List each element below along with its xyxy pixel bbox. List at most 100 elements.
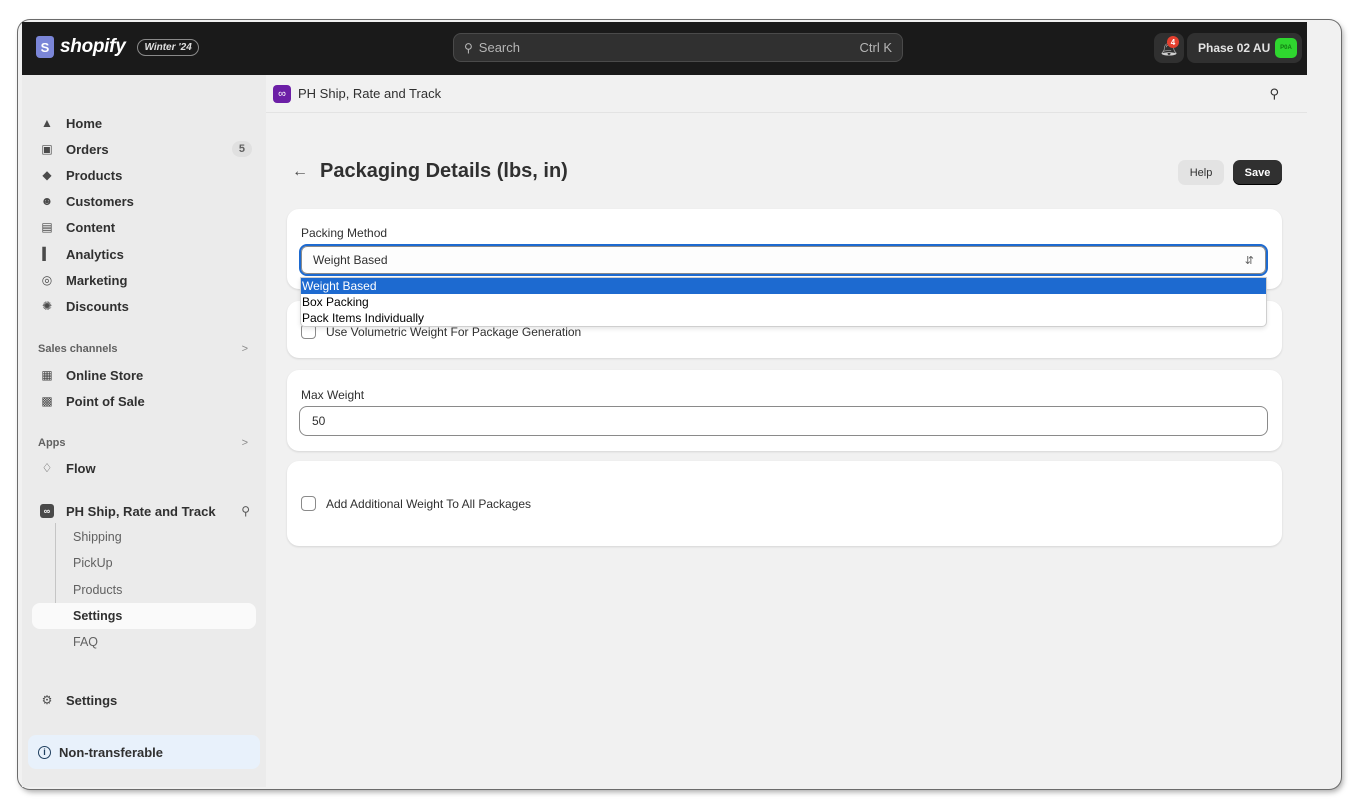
edition-badge: Winter '24 (137, 38, 199, 56)
sidebar-item-label: Products (66, 167, 123, 183)
additional-weight-checkbox-row[interactable]: Add Additional Weight To All Packages (301, 496, 531, 511)
sidebar-item-content[interactable]: ▤ Content (32, 214, 256, 240)
packing-method-value: Weight Based (313, 253, 388, 267)
packing-method-dropdown: Weight Based Box Packing Pack Items Indi… (300, 277, 1267, 327)
sidebar: ▲ Home ▣ Orders 5 ◆ Products ☻ Customers… (22, 75, 266, 787)
subitem-label: Shipping (73, 530, 122, 544)
sidebar-item-label: Point of Sale (66, 393, 145, 409)
target-icon: ◎ (41, 273, 53, 287)
additional-weight-label: Add Additional Weight To All Packages (326, 496, 532, 511)
sidebar-subitem-settings[interactable]: Settings (32, 603, 256, 629)
app-title-bar: ∞ PH Ship, Rate and Track ⚲ (266, 75, 1307, 113)
flow-icon: ♢ (41, 461, 53, 475)
chevron-right-icon: > (241, 437, 248, 449)
sidebar-item-label: Analytics (66, 246, 124, 262)
sidebar-item-settings[interactable]: ⚙ Settings (32, 687, 256, 713)
select-arrows-icon: ⇵ (1244, 254, 1254, 267)
sidebar-item-online-store[interactable]: ▦ Online Store (32, 362, 256, 388)
max-weight-input[interactable]: 50 (299, 406, 1268, 436)
packing-method-label: Packing Method (301, 226, 388, 240)
subitem-label: Settings (73, 609, 123, 623)
additional-weight-checkbox[interactable] (301, 496, 316, 511)
orders-count-badge: 5 (231, 141, 252, 157)
page-title: Packaging Details (lbs, in) (320, 160, 568, 182)
sidebar-item-label: Home (66, 115, 103, 131)
sidebar-item-customers[interactable]: ☻ Customers (32, 188, 256, 214)
sidebar-subitem-shipping[interactable]: Shipping (32, 524, 256, 550)
section-label: Apps (38, 437, 66, 449)
additional-weight-card: Add Additional Weight To All Packages (287, 461, 1282, 546)
sidebar-item-discounts[interactable]: ✺ Discounts (32, 293, 256, 319)
option-pack-items-individually[interactable]: Pack Items Individually (301, 310, 1266, 326)
back-arrow-icon[interactable]: ← (292, 163, 308, 181)
tag-icon: ◆ (42, 168, 52, 182)
app-title: PH Ship, Rate and Track (298, 86, 442, 101)
sidebar-item-label: Discounts (66, 298, 129, 314)
ph-ship-app-icon: ∞ (40, 504, 54, 518)
content-icon: ▤ (41, 220, 53, 234)
store-menu-button[interactable]: Phase 02 AU P0A (1187, 33, 1302, 63)
home-icon: ▲ (41, 116, 53, 130)
non-transferable-banner[interactable]: i Non-transferable (28, 735, 260, 769)
gear-icon: ⚙ (41, 693, 53, 707)
notifications-button[interactable]: 🔔︎ 4 (1154, 33, 1184, 63)
chevron-right-icon: > (241, 343, 248, 355)
pin-icon[interactable]: ⚲ (1269, 86, 1279, 102)
store-avatar: P0A (1275, 38, 1297, 58)
sidebar-item-label: PH Ship, Rate and Track (66, 503, 216, 519)
discount-icon: ✺ (41, 299, 53, 313)
ph-ship-logo-icon: ∞ (273, 84, 291, 103)
sidebar-item-home[interactable]: ▲ Home (32, 110, 256, 136)
sales-channels-header[interactable]: Sales channels > (38, 343, 248, 355)
sidebar-subitem-faq[interactable]: FAQ (32, 629, 256, 655)
brand-name: shopify (60, 36, 126, 57)
max-weight-value: 50 (312, 414, 326, 428)
subitem-label: FAQ (73, 635, 99, 649)
pos-icon: ▩ (41, 394, 53, 408)
sidebar-item-label: Orders (66, 141, 109, 157)
info-icon: i (38, 745, 51, 759)
store-name: Phase 02 AU (1198, 41, 1271, 55)
shopify-logo[interactable]: S shopify Winter '24 (36, 36, 199, 58)
option-weight-based[interactable]: Weight Based (301, 278, 1266, 294)
shopify-bag-icon: S (36, 36, 54, 58)
sidebar-item-orders[interactable]: ▣ Orders 5 (32, 136, 256, 162)
max-weight-card: Max Weight 50 (287, 370, 1282, 451)
help-button[interactable]: Help (1178, 160, 1224, 185)
option-box-packing[interactable]: Box Packing (301, 294, 1266, 310)
subitem-label: PickUp (73, 556, 113, 570)
sidebar-subitem-pickup[interactable]: PickUp (32, 550, 256, 576)
save-button[interactable]: Save (1233, 160, 1282, 185)
sidebar-item-analytics[interactable]: ▍ Analytics (32, 241, 256, 267)
search-shortcut: Ctrl K (859, 40, 893, 55)
sidebar-item-label: Online Store (66, 367, 144, 383)
inbox-icon: ▣ (41, 142, 53, 156)
sidebar-item-products[interactable]: ◆ Products (32, 162, 256, 188)
apps-header[interactable]: Apps > (38, 437, 248, 449)
sidebar-item-label: Settings (66, 692, 118, 708)
pin-icon[interactable]: ⚲ (241, 504, 250, 518)
sidebar-item-label: Flow (66, 460, 96, 476)
sidebar-item-label: Marketing (66, 272, 128, 288)
search-icon: ⚲ (464, 40, 473, 55)
sidebar-item-marketing[interactable]: ◎ Marketing (32, 267, 256, 293)
person-icon: ☻ (40, 194, 54, 208)
sidebar-item-flow[interactable]: ♢ Flow (32, 455, 256, 481)
page-header: ← Packaging Details (lbs, in) (292, 160, 568, 183)
subitem-label: Products (73, 583, 123, 597)
search-input[interactable]: ⚲ Search Ctrl K (453, 33, 903, 62)
packing-method-select[interactable]: Weight Based ⇵ (299, 244, 1268, 276)
max-weight-label: Max Weight (301, 388, 365, 402)
sidebar-item-label: Content (66, 219, 116, 235)
section-label: Sales channels (38, 343, 118, 355)
store-icon: ▦ (41, 368, 53, 382)
search-placeholder: Search (478, 40, 520, 55)
bar-chart-icon: ▍ (42, 247, 52, 261)
sidebar-item-label: Customers (66, 193, 134, 209)
top-bar: S shopify Winter '24 ⚲ Search Ctrl K 🔔︎ … (22, 22, 1307, 75)
sidebar-item-ph-ship[interactable]: ∞ PH Ship, Rate and Track ⚲ (32, 498, 256, 524)
notification-count: 4 (1167, 36, 1179, 48)
sidebar-subitem-products[interactable]: Products (32, 577, 256, 603)
sidebar-item-point-of-sale[interactable]: ▩ Point of Sale (32, 388, 256, 414)
non-transferable-label: Non-transferable (59, 744, 164, 760)
